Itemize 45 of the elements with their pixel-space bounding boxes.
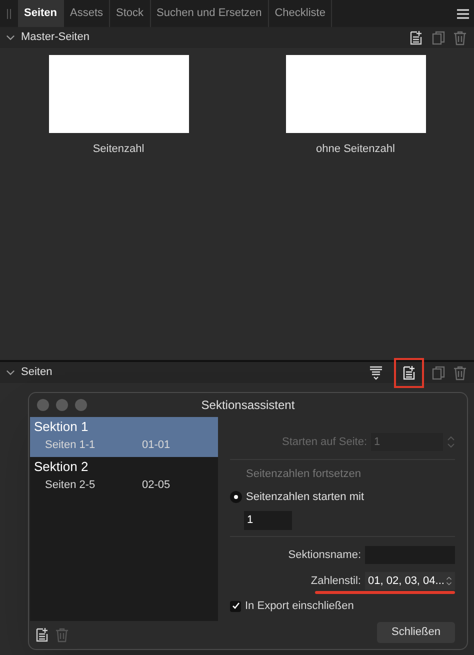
duplicate-icon[interactable] bbox=[430, 30, 446, 46]
radio-label[interactable]: Seitenzahlen starten mit bbox=[246, 488, 364, 505]
chevron-icon[interactable] bbox=[6, 33, 15, 42]
duplicate-icon[interactable] bbox=[430, 364, 446, 380]
page-numbers: 02-05 bbox=[142, 478, 170, 492]
menu-icon[interactable] bbox=[457, 8, 469, 18]
radio-button[interactable] bbox=[230, 490, 242, 503]
page-numbers: 01-01 bbox=[142, 438, 170, 452]
chevron-icon[interactable] bbox=[6, 368, 15, 377]
field-label: Sektionsname: bbox=[288, 548, 361, 563]
panel-tab[interactable]: Seiten bbox=[18, 0, 64, 27]
page-label: ohne Seitenzahl bbox=[316, 142, 395, 157]
section-name: Sektion 1 bbox=[34, 418, 90, 436]
window-control[interactable] bbox=[37, 399, 49, 411]
add-page-icon[interactable] bbox=[408, 30, 424, 46]
number-style-dropdown[interactable]: 01, 02, 03, 04... bbox=[365, 572, 455, 590]
page-flow-icon[interactable] bbox=[368, 364, 384, 380]
check-icon bbox=[232, 602, 240, 610]
page-range: Seiten 1-1 bbox=[45, 438, 96, 452]
window-control[interactable] bbox=[75, 399, 87, 411]
section-name: Sektion 2 bbox=[34, 458, 90, 476]
checkbox[interactable] bbox=[230, 600, 241, 612]
trash-icon[interactable] bbox=[452, 30, 468, 46]
page-range: Seiten 2-5 bbox=[45, 478, 96, 492]
checkbox-label: In Export einschließen bbox=[245, 599, 354, 614]
field-label: Zahlenstil: bbox=[310, 574, 361, 589]
stepper-icon bbox=[446, 575, 452, 587]
dialog-title: Sektionsassistent bbox=[200, 397, 296, 414]
add-page-icon[interactable] bbox=[401, 364, 417, 380]
page-thumbnail[interactable] bbox=[286, 55, 426, 133]
radio-label[interactable]: Seitenzahlen fortsetzen bbox=[246, 466, 361, 482]
window-control[interactable] bbox=[56, 399, 68, 411]
start-number-field[interactable]: 1 bbox=[244, 511, 292, 530]
section-list-item[interactable]: Sektion 2 Seiten 2-5 02-05 bbox=[30, 457, 218, 497]
field-label: Starten auf Seite: bbox=[282, 434, 367, 450]
add-page-icon[interactable] bbox=[34, 627, 50, 643]
trash-icon[interactable] bbox=[452, 364, 468, 380]
close-button[interactable]: Schließen bbox=[377, 622, 455, 643]
section-list-item[interactable]: Sektion 1 Seiten 1-1 01-01 bbox=[30, 417, 218, 457]
page-thumbnail[interactable] bbox=[48, 55, 188, 133]
section-title: Seiten bbox=[21, 365, 52, 380]
section-title: Master-Seiten bbox=[21, 30, 90, 46]
stepper-icon[interactable] bbox=[447, 435, 455, 449]
drag-handle-icon[interactable] bbox=[7, 8, 11, 18]
page-label: Seitenzahl bbox=[92, 142, 144, 157]
